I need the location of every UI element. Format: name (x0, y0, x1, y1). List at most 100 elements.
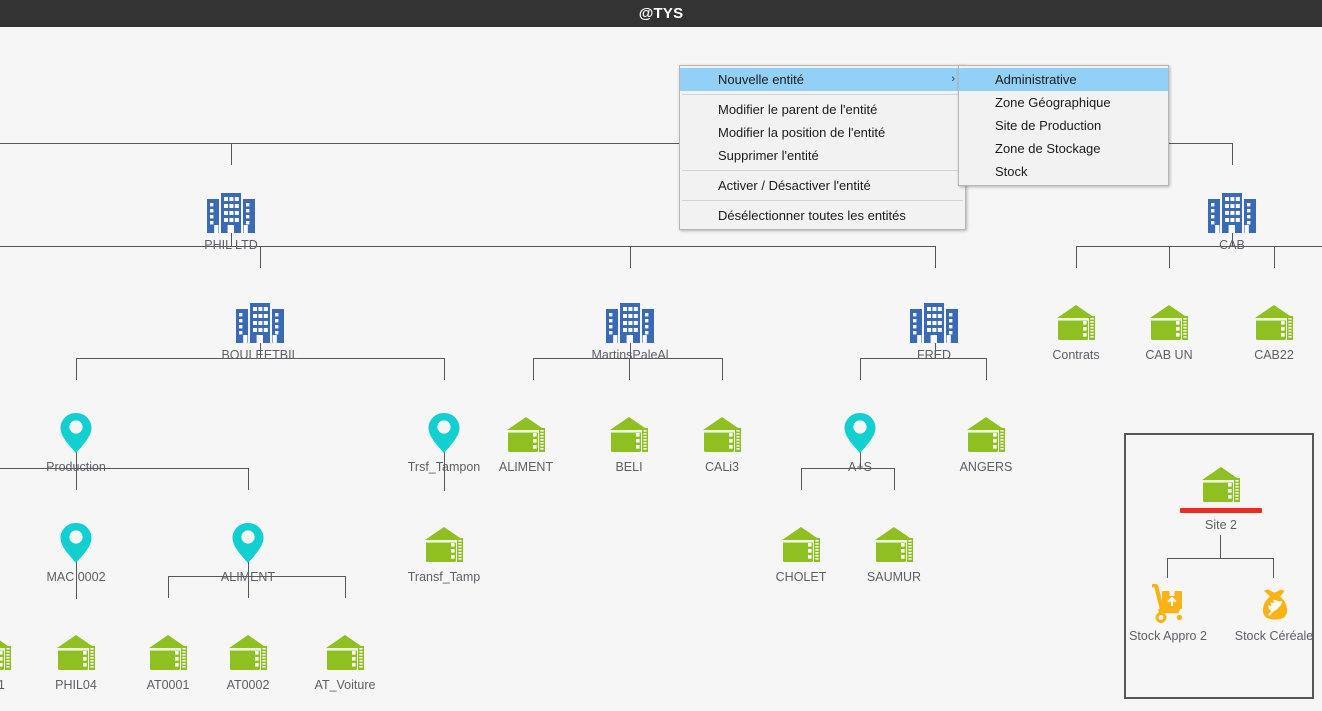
menu-item-3[interactable]: Modifier la position de l'entité (680, 121, 965, 144)
context-submenu[interactable]: Administrative Zone Géographique Site de P… (958, 65, 1169, 186)
submenu-item-label: Stock (995, 164, 1028, 179)
tree-node-angers[interactable]: ANGERS (921, 409, 1051, 474)
connector-line (935, 246, 936, 268)
connector-line (860, 358, 861, 380)
submenu-item-4[interactable]: Zone de Stockage (959, 137, 1168, 160)
tree-node-production[interactable]: Production (11, 409, 141, 474)
tree-node-label: AT0002 (227, 678, 270, 692)
tree-node-label: OR1 (0, 678, 5, 692)
menu-separator (682, 200, 963, 201)
tree-node-stock-cereale[interactable]: Stock Céréale (1209, 578, 1322, 643)
tree-node-martinspaleal[interactable]: MartinsPaleAl (565, 297, 695, 362)
silo-icon (1199, 459, 1243, 505)
silo-icon (700, 409, 744, 455)
building-icon (234, 297, 286, 343)
connector-line (1220, 535, 1221, 558)
silo-icon (323, 627, 367, 673)
tree-node-transf-tamp[interactable]: Transf_Tamp (379, 519, 509, 584)
tree-node-label: CAB (1219, 238, 1245, 252)
menu-item-label: Activer / Désactiver l'entité (718, 178, 871, 193)
pin-icon (231, 519, 265, 565)
silo-icon (607, 409, 651, 455)
tree-node-cali3[interactable]: CALi3 (657, 409, 787, 474)
submenu-item-5[interactable]: Stock (959, 160, 1168, 183)
tree-node-bouleetbil[interactable]: BOULEETBIL (195, 297, 325, 362)
tree-node-label: Site 2 (1205, 518, 1237, 532)
building-icon (1206, 187, 1258, 233)
tree-node-cab[interactable]: CAB (1167, 187, 1297, 252)
menu-item-label: Nouvelle entité (718, 72, 804, 87)
handtruck-icon (1145, 578, 1191, 624)
tree-node-label: BELI (615, 460, 642, 474)
tree-node-mac0002[interactable]: MAC 0002 (11, 519, 141, 584)
tree-node-label: MAC 0002 (46, 570, 105, 584)
menu-item-5[interactable]: Activer / Désactiver l'entité (680, 174, 965, 197)
tree-node-label: ANGERS (960, 460, 1013, 474)
tree-node-cab22[interactable]: CAB22 (1209, 297, 1322, 362)
menu-item-label: Désélectionner toutes les entités (718, 208, 906, 223)
connector-line (1076, 246, 1077, 268)
connector-line (444, 358, 445, 380)
connector-line (0, 246, 936, 247)
submenu-item-label: Administrative (995, 72, 1077, 87)
connector-line (533, 358, 534, 380)
pin-icon (427, 409, 461, 455)
chevron-right-icon: › (951, 68, 955, 91)
menu-item-1[interactable]: Nouvelle entité › (680, 68, 965, 91)
silo-icon (1054, 297, 1098, 343)
title-bar: @TYS (0, 0, 1322, 27)
submenu-item-3[interactable]: Site de Production (959, 114, 1168, 137)
tree-node-label: AT_Voiture (315, 678, 376, 692)
tree-node-label: CAB22 (1254, 348, 1294, 362)
menu-item-label: Modifier la position de l'entité (718, 125, 885, 140)
silo-icon (964, 409, 1008, 455)
tree-node-aliment-pin[interactable]: ALIMENT (183, 519, 313, 584)
connector-line (1273, 558, 1274, 578)
tree-node-label: Transf_Tamp (408, 570, 480, 584)
menu-item-6[interactable]: Désélectionner toutes les entités (680, 204, 965, 227)
submenu-item-2[interactable]: Zone Géographique (959, 91, 1168, 114)
connector-line (248, 468, 249, 490)
menu-item-2[interactable]: Modifier le parent de l'entité (680, 98, 965, 121)
building-icon (604, 297, 656, 343)
silo-icon (872, 519, 916, 565)
selected-entity-group-box[interactable]: Site 2 (1124, 433, 1314, 699)
connector-line (1167, 558, 1168, 578)
menu-separator (682, 170, 963, 171)
tree-node-at-voiture[interactable]: AT_Voiture (280, 627, 410, 692)
tree-node-label: ALIMENT (499, 460, 553, 474)
context-menu[interactable]: Nouvelle entité › Modifier le parent de l'… (679, 65, 966, 230)
connector-line (76, 358, 77, 380)
submenu-item-label: Zone de Stockage (995, 141, 1101, 156)
submenu-item-label: Site de Production (995, 118, 1101, 133)
silo-icon (226, 627, 270, 673)
tree-canvas[interactable]: PHIL LTD CAB (0, 27, 1322, 711)
connector-line (630, 246, 631, 268)
silo-icon (504, 409, 548, 455)
tree-node-label: PHIL04 (55, 678, 97, 692)
tree-node-saumur[interactable]: SAUMUR (829, 519, 959, 584)
submenu-item-label: Zone Géographique (995, 95, 1111, 110)
tree-node-label: A+S (848, 460, 872, 474)
silo-icon (1147, 297, 1191, 343)
tree-node-label: Stock Appro 2 (1129, 629, 1207, 643)
tree-node-a-plus-s[interactable]: A+S (795, 409, 925, 474)
menu-item-4[interactable]: Supprimer l'entité (680, 144, 965, 167)
submenu-item-1[interactable]: Administrative (959, 68, 1168, 91)
tree-node-label: CALi3 (705, 460, 739, 474)
tree-node-fred[interactable]: FRED (869, 297, 999, 362)
connector-line (345, 576, 346, 598)
tree-node-phil-ltd[interactable]: PHIL LTD (166, 187, 296, 252)
connector-line (1167, 558, 1274, 559)
silo-icon (779, 519, 823, 565)
connector-line (722, 358, 723, 380)
tree-node-label: FRED (917, 348, 951, 362)
tree-node-site-2[interactable]: Site 2 (1156, 459, 1286, 532)
connector-line (168, 576, 169, 598)
tree-node-label: PHIL LTD (204, 238, 258, 252)
selection-indicator (1180, 508, 1262, 513)
silo-icon (422, 519, 466, 565)
silo-icon (1252, 297, 1296, 343)
menu-separator (682, 94, 963, 95)
tree-node-label: CHOLET (776, 570, 827, 584)
